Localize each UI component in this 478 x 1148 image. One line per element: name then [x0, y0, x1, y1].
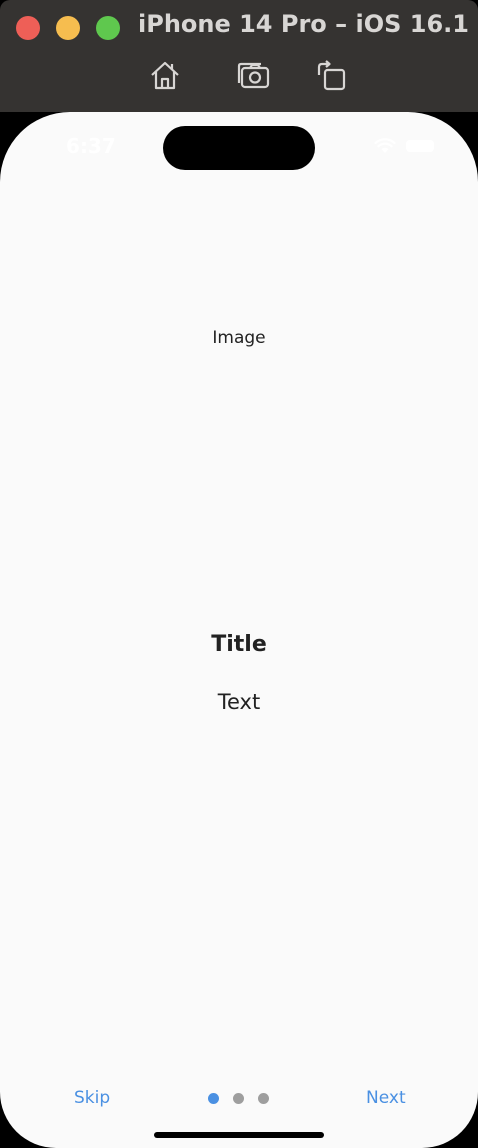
page-dot-3[interactable]	[258, 1093, 269, 1104]
minimize-window-button[interactable]	[56, 16, 80, 40]
page-dot-2[interactable]	[233, 1093, 244, 1104]
dynamic-island	[163, 126, 315, 170]
battery-icon	[406, 140, 434, 152]
device-screen: 6:37 Image Title Text Skip Next	[0, 112, 478, 1148]
rotate-icon[interactable]	[314, 58, 350, 94]
simulator-window: iPhone 14 Pro – iOS 16.1 6:37 Image Titl…	[0, 0, 478, 1148]
page-indicator[interactable]	[208, 1093, 269, 1104]
image-placeholder: Image	[212, 328, 266, 348]
body-text: Text	[217, 690, 261, 714]
page-title: Title	[211, 632, 267, 657]
page-dot-1[interactable]	[208, 1093, 219, 1104]
home-icon[interactable]	[147, 58, 183, 94]
home-indicator[interactable]	[154, 1132, 324, 1138]
next-button[interactable]: Next	[366, 1088, 406, 1108]
wifi-icon	[374, 138, 396, 154]
zoom-window-button[interactable]	[96, 16, 120, 40]
status-time: 6:37	[66, 134, 116, 158]
screenshot-icon[interactable]	[236, 58, 272, 94]
skip-button[interactable]: Skip	[74, 1088, 110, 1108]
close-window-button[interactable]	[16, 16, 40, 40]
window-titlebar: iPhone 14 Pro – iOS 16.1	[0, 0, 478, 112]
window-title: iPhone 14 Pro – iOS 16.1	[138, 10, 469, 38]
